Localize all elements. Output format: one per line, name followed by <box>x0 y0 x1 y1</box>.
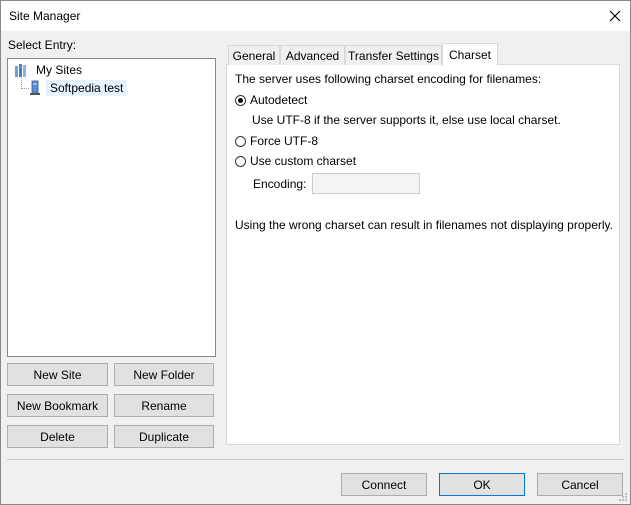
tree-item-label: My Sites <box>36 63 83 77</box>
tab-transfer-settings[interactable]: Transfer Settings <box>345 45 442 65</box>
server-icon <box>30 80 40 95</box>
tab-charset[interactable]: Charset <box>442 43 498 66</box>
new-site-button[interactable]: New Site <box>7 363 108 386</box>
ok-button[interactable]: OK <box>439 473 525 496</box>
tab-general[interactable]: General <box>228 45 280 65</box>
close-button[interactable] <box>600 1 630 31</box>
title-bar: Site Manager <box>1 1 630 31</box>
radio-indicator <box>235 155 246 167</box>
tree-item-my-sites[interactable]: My Sites <box>14 61 86 79</box>
autodetect-radio[interactable]: Autodetect <box>235 93 307 107</box>
radio-indicator <box>235 135 246 147</box>
connect-button[interactable]: Connect <box>341 473 427 496</box>
charset-intro-text: The server uses following charset encodi… <box>235 72 542 86</box>
new-bookmark-button[interactable]: New Bookmark <box>7 394 108 417</box>
autodetect-label: Autodetect <box>250 93 308 107</box>
rename-button[interactable]: Rename <box>114 394 214 417</box>
custom-charset-radio[interactable]: Use custom charset <box>235 154 356 168</box>
select-entry-label: Select Entry: <box>8 38 77 52</box>
encoding-input[interactable] <box>312 173 420 194</box>
duplicate-button[interactable]: Duplicate <box>114 425 214 448</box>
delete-button[interactable]: Delete <box>7 425 108 448</box>
radio-indicator <box>235 94 246 106</box>
tree-item-label: Softpedia test <box>46 80 128 96</box>
footer-separator <box>7 459 624 460</box>
custom-charset-label: Use custom charset <box>250 154 357 168</box>
autodetect-description: Use UTF-8 if the server supports it, els… <box>252 113 561 127</box>
site-tree[interactable]: My Sites Softpedia test <box>7 58 216 357</box>
encoding-label: Encoding: <box>253 177 307 191</box>
folder-sites-icon <box>15 64 26 77</box>
new-folder-button[interactable]: New Folder <box>114 363 214 386</box>
window-title: Site Manager <box>9 9 81 23</box>
force-utf8-radio[interactable]: Force UTF-8 <box>235 134 318 148</box>
site-manager-window: Site Manager Select Entry: My Sites Soft… <box>0 0 631 505</box>
tab-advanced[interactable]: Advanced <box>280 45 345 65</box>
cancel-button[interactable]: Cancel <box>537 473 623 496</box>
resize-grip-icon[interactable] <box>618 492 628 502</box>
charset-warning-text: Using the wrong charset can result in fi… <box>235 218 613 232</box>
force-utf8-label: Force UTF-8 <box>250 134 319 148</box>
tree-item-softpedia-test[interactable]: Softpedia test <box>28 79 128 97</box>
close-icon <box>609 10 621 22</box>
